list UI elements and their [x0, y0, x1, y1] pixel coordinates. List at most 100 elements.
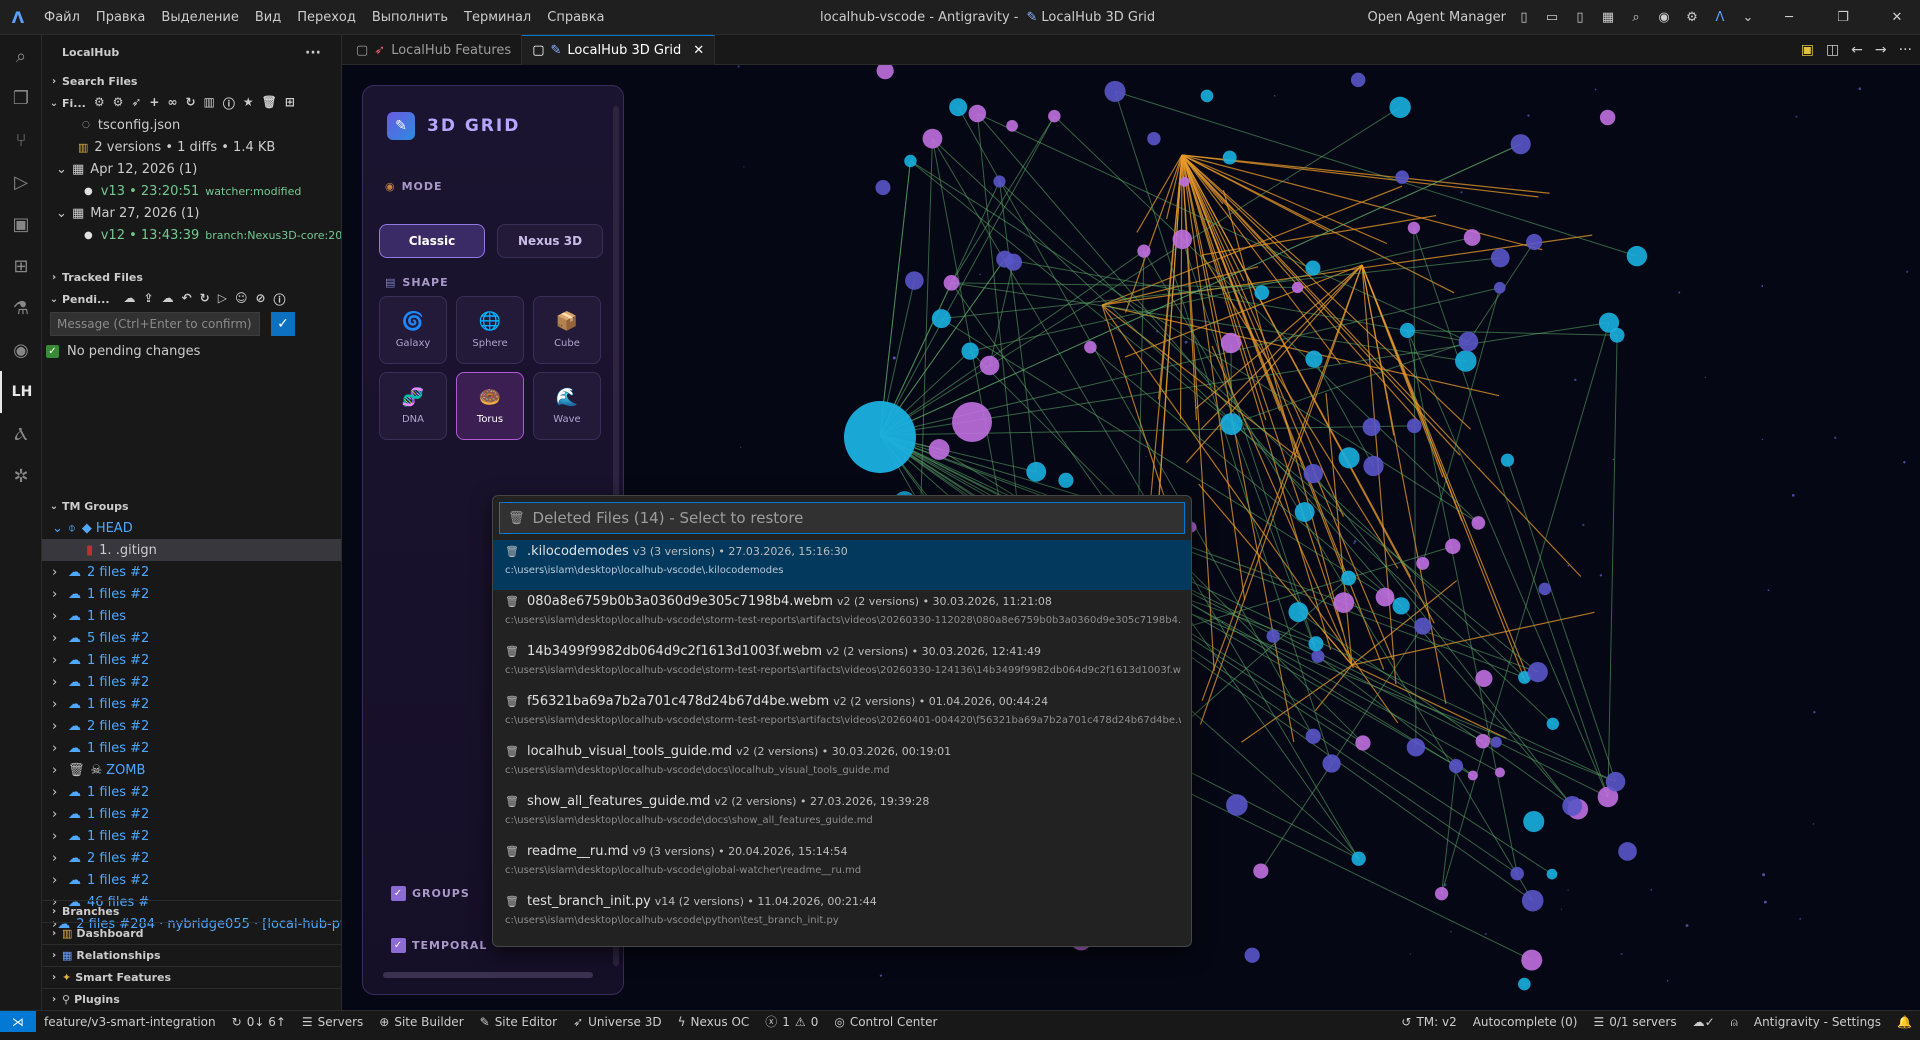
- mode-nexus-3d-button[interactable]: Nexus 3D: [497, 224, 603, 258]
- site-editor-item[interactable]: ✎ Site Editor: [472, 1015, 565, 1029]
- branch-indicator[interactable]: feature/v3-smart-integration: [36, 1015, 224, 1029]
- chevron-down-icon[interactable]: ⌄: [1738, 8, 1758, 28]
- search-icon[interactable]: ⌕: [1626, 8, 1646, 28]
- panel-scrollbar-horizontal[interactable]: [383, 972, 593, 978]
- rocket-icon[interactable]: ➶: [131, 95, 141, 112]
- run-debug-icon[interactable]: ▷: [0, 161, 42, 203]
- tm-group-row[interactable]: › ☁ 1 files #2: [42, 781, 341, 803]
- section-branches[interactable]: › Branches: [42, 900, 341, 922]
- tm-group-row[interactable]: › ☁ 2 files #2: [42, 847, 341, 869]
- undo-icon[interactable]: ↶: [182, 291, 192, 308]
- remote-explorer-icon[interactable]: ▣: [0, 203, 42, 245]
- date-group-row[interactable]: ⌄ ▦ Apr 12, 2026 (1): [42, 158, 341, 180]
- tm-group-row[interactable]: › ☁ 1 files #2: [42, 693, 341, 715]
- menu-edit[interactable]: Правка: [88, 0, 153, 35]
- testing-icon[interactable]: ⚗: [0, 287, 42, 329]
- gear-icon[interactable]: ⚙: [113, 95, 124, 112]
- grid-icon[interactable]: ⊞: [285, 95, 295, 112]
- universe-3d-item[interactable]: ➶ Universe 3D: [565, 1015, 670, 1029]
- settings-icon[interactable]: ⚙: [94, 95, 105, 112]
- 3d-grid-canvas[interactable]: ✎ 3D GRID ◉ MODE Classic Nexus 3D ▤ SHAPE …: [342, 65, 1920, 1010]
- groups-checkbox[interactable]: ✓ GROUPS: [391, 886, 470, 901]
- deleted-file-item[interactable]: 🗑 14b3499f9982db064d9c2f1613d1003f.webm v2…: [493, 640, 1191, 690]
- section-plugins[interactable]: › ⚲ Plugins: [42, 988, 341, 1010]
- section-tm-groups[interactable]: ⌄ TM Groups: [42, 495, 341, 517]
- toggle-panel-icon[interactable]: ▭: [1542, 8, 1562, 28]
- menu-selection[interactable]: Выделение: [153, 0, 246, 35]
- eye-icon[interactable]: ◉: [0, 329, 42, 371]
- info-icon[interactable]: ⓘ: [274, 291, 286, 308]
- deleted-file-item[interactable]: 🗑 readme__ru.md v9 (3 versions) • 20.04.20…: [493, 840, 1191, 890]
- site-builder-item[interactable]: ⊕ Site Builder: [371, 1015, 471, 1029]
- tm-group-row[interactable]: › ☁ 1 files #2: [42, 737, 341, 759]
- play-icon[interactable]: ▷: [218, 291, 227, 308]
- menu-file[interactable]: Файл: [36, 0, 88, 35]
- autocomplete-item[interactable]: Autocomplete (0): [1465, 1015, 1586, 1029]
- tab-localhub-features[interactable]: ▢ ➶ LocalHub Features: [346, 35, 523, 65]
- split-editor-icon[interactable]: ◫: [1826, 42, 1839, 58]
- deleted-file-item[interactable]: 🗑 f56321ba69a7b2a701c478d24b67d4be.webm v2…: [493, 690, 1191, 740]
- info-icon[interactable]: ⓘ: [223, 95, 235, 112]
- more-actions-icon[interactable]: ···: [1899, 42, 1912, 58]
- tm-group-row[interactable]: › ☁ 1 files #2: [42, 803, 341, 825]
- control-center-item[interactable]: ◎ Control Center: [826, 1015, 945, 1029]
- tm-group-row[interactable]: › ☁ 1 files #2: [42, 671, 341, 693]
- tm-group-row[interactable]: › ☁ 1 files #2: [42, 649, 341, 671]
- extensions-icon[interactable]: ⊞: [0, 245, 42, 287]
- date-group-row[interactable]: ⌄ ▦ Mar 27, 2026 (1): [42, 202, 341, 224]
- version-row[interactable]: ● v13 • 23:20:51 watcher:modified: [42, 180, 341, 202]
- deleted-file-item[interactable]: 🗑 show_all_features_guide.md v2 (2 version…: [493, 790, 1191, 840]
- toggle-sidebar-icon[interactable]: ▯: [1514, 8, 1534, 28]
- tm-version-item[interactable]: ↺ TM: v2: [1393, 1015, 1464, 1029]
- go-forward-icon[interactable]: →: [1875, 42, 1887, 58]
- menu-terminal[interactable]: Терминал: [456, 0, 539, 35]
- shape-wave-button[interactable]: 🌊 Wave: [533, 372, 601, 440]
- shape-sphere-button[interactable]: 🌐 Sphere: [456, 296, 524, 364]
- menu-help[interactable]: Справка: [539, 0, 612, 35]
- problems-item[interactable]: ⓧ 1 ⚠ 0: [757, 1013, 826, 1030]
- shape-cube-button[interactable]: 📦 Cube: [533, 296, 601, 364]
- menu-view[interactable]: Вид: [247, 0, 289, 35]
- tm-group-row[interactable]: › ☁ 1 files #2: [42, 825, 341, 847]
- customize-layout-icon[interactable]: ▦: [1598, 8, 1618, 28]
- link-icon[interactable]: ∞: [167, 95, 177, 112]
- gitignore-row[interactable]: ▮ 1. .gitign: [42, 539, 341, 561]
- head-row[interactable]: ⌄ ⌽ ◆ HEAD: [42, 517, 341, 539]
- tm-group-row[interactable]: › ☁ 1 files #2: [42, 583, 341, 605]
- section-pending[interactable]: ⌄ Pendi... ☁ ⇪ ☁ ↶ ↻ ▷ ☺ ⊘ ⓘ: [42, 288, 341, 310]
- refresh-icon[interactable]: ↻: [200, 291, 210, 308]
- robot-icon[interactable]: ☺: [235, 291, 248, 308]
- close-button[interactable]: ✕: [1874, 0, 1920, 35]
- more-actions-icon[interactable]: ···: [305, 45, 321, 61]
- menu-run[interactable]: Выполнить: [364, 0, 456, 35]
- close-icon[interactable]: ✕: [693, 43, 704, 58]
- localhub-icon[interactable]: LH: [0, 371, 42, 413]
- menu-go[interactable]: Переход: [289, 0, 364, 35]
- tm-group-row[interactable]: › ☁ 1 files: [42, 605, 341, 627]
- section-smart-features[interactable]: › ✦ Smart Features: [42, 966, 341, 988]
- servers-count-item[interactable]: ☰ 0/1 servers: [1585, 1015, 1684, 1029]
- accessibility-item[interactable]: ⍝: [1723, 1015, 1746, 1030]
- cloud-upload-icon[interactable]: ☁: [162, 291, 174, 308]
- preview-icon[interactable]: ▣: [1801, 42, 1814, 58]
- upload-icon[interactable]: ⇪: [144, 291, 154, 308]
- mode-classic-button[interactable]: Classic: [379, 224, 485, 258]
- chart-icon[interactable]: ▥: [204, 95, 215, 112]
- deleted-file-item[interactable]: 🗑 localhub_visual_tools_guide.md v2 (2 ver…: [493, 740, 1191, 790]
- shape-dna-button[interactable]: 🧬 DNA: [379, 372, 447, 440]
- quick-pick-input[interactable]: 🗑 Deleted Files (14) - Select to restore: [499, 502, 1185, 534]
- star-icon[interactable]: ★: [243, 95, 254, 112]
- section-file-history[interactable]: ⌄ Fi... ⚙ ⚙ ➶ + ∞ ↻ ▥ ⓘ ★ 🗑 ⊞: [42, 92, 341, 114]
- confirm-button[interactable]: ✓: [271, 312, 295, 336]
- notifications-item[interactable]: 🔔: [1889, 1015, 1920, 1029]
- cloud-check-item[interactable]: ☁✓: [1685, 1015, 1723, 1029]
- remote-indicator-icon[interactable]: ⋊: [0, 1010, 36, 1033]
- section-tracked-files[interactable]: › Tracked Files: [42, 266, 341, 288]
- search-icon[interactable]: ⌕: [0, 35, 42, 77]
- settings-item[interactable]: Antigravity - Settings: [1746, 1015, 1889, 1029]
- nexus-icon[interactable]: Ⲁ: [0, 413, 42, 455]
- message-input[interactable]: Message (Ctrl+Enter to confirm) ✦ ✓: [50, 312, 295, 336]
- deleted-file-item[interactable]: 🗑 test_branch_init.py v14 (2 versions) • 1…: [493, 890, 1191, 940]
- section-relationships[interactable]: › ▦ Relationships: [42, 944, 341, 966]
- toggle-secondary-sidebar-icon[interactable]: ▯: [1570, 8, 1590, 28]
